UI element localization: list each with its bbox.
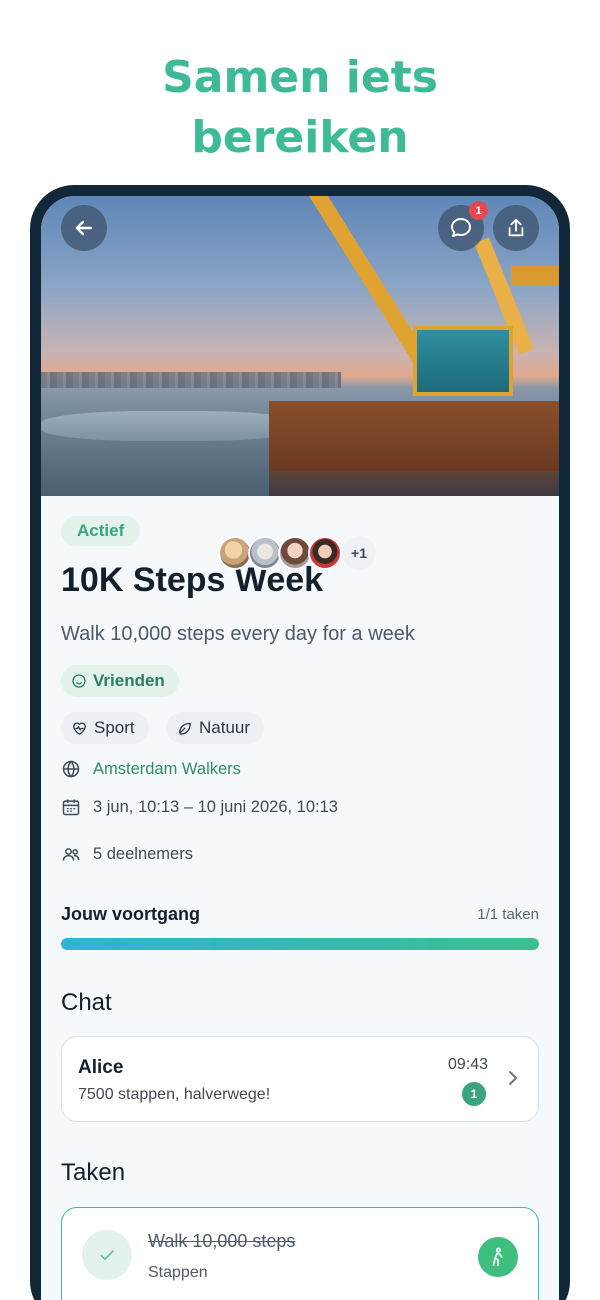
participants-row[interactable]: 5 deelnemers <box>61 844 193 864</box>
participant-avatars[interactable]: +1 <box>218 536 376 570</box>
task-title: Walk 10,000 steps <box>148 1231 296 1251</box>
task-checkbox[interactable] <box>82 1230 132 1280</box>
community-row[interactable]: Amsterdam Walkers <box>61 759 241 779</box>
tasks-section-title: Taken <box>61 1159 126 1186</box>
globe-icon <box>62 760 80 778</box>
tag-sport: Sport <box>61 712 149 744</box>
chevron-right-icon <box>509 1071 517 1085</box>
chat-bubble-icon <box>451 218 471 237</box>
date-row: 3 jun, 10:13 – 10 juni 2026, 10:13 <box>61 797 338 817</box>
chat-preview-card[interactable]: Alice 7500 stappen, halverwege! 09:43 1 <box>61 1036 539 1122</box>
heart-pulse-icon <box>73 722 86 735</box>
chat-badge: 1 <box>469 201 488 220</box>
promo-headline-line1: Samen iets <box>162 52 438 103</box>
back-button[interactable] <box>61 205 107 251</box>
smiley-icon <box>72 674 86 688</box>
progress-bar-fill <box>61 938 539 950</box>
hero-image: 1 <box>41 196 559 496</box>
challenge-screen: 1 Actief 10K Steps Week Walk 10,000 step… <box>41 196 559 1300</box>
challenge-description: Walk 10,000 steps every day for a week <box>61 623 415 645</box>
share-icon <box>508 218 524 237</box>
share-button[interactable] <box>493 205 539 251</box>
task-subtitle: Stappen <box>148 1264 208 1281</box>
leaf-icon <box>178 722 191 735</box>
chat-message: 7500 stappen, halverwege! <box>78 1086 271 1103</box>
promo-headline-line2: bereiken <box>191 112 409 163</box>
status-badge: Actief <box>61 516 141 546</box>
more-participants[interactable]: +1 <box>342 536 376 570</box>
task-card[interactable]: Walk 10,000 steps Stappen <box>61 1207 539 1300</box>
avatar[interactable] <box>278 536 312 570</box>
visibility-badge: Vrienden <box>61 665 179 697</box>
tag-natuur: Natuur <box>166 712 265 744</box>
users-icon <box>62 848 80 861</box>
chat-sender: Alice <box>78 1057 124 1078</box>
arrow-left-icon <box>75 220 93 236</box>
avatar[interactable] <box>248 536 282 570</box>
tag-natuur-label: Natuur <box>199 718 251 737</box>
visibility-label: Vrienden <box>93 671 165 690</box>
promo-headline: Samen iets bereiken <box>0 48 600 168</box>
avatar[interactable] <box>218 536 252 570</box>
chat-unread-badge: 1 <box>462 1082 486 1106</box>
chat-section-title: Chat <box>61 989 112 1016</box>
progress-count: 1/1 taken <box>477 906 539 923</box>
check-icon <box>100 1250 114 1260</box>
participants-count: 5 deelnemers <box>93 844 193 863</box>
community-link[interactable]: Amsterdam Walkers <box>93 760 241 779</box>
progress-label: Jouw voortgang <box>61 904 200 924</box>
chat-time: 09:43 <box>447 1056 488 1073</box>
avatar[interactable] <box>308 536 342 570</box>
walking-icon <box>478 1237 518 1277</box>
calendar-icon <box>62 799 80 816</box>
chat-button[interactable]: 1 <box>438 201 488 251</box>
tag-sport-label: Sport <box>94 718 135 737</box>
date-range: 3 jun, 10:13 – 10 juni 2026, 10:13 <box>93 797 338 816</box>
progress-bar <box>61 938 539 950</box>
